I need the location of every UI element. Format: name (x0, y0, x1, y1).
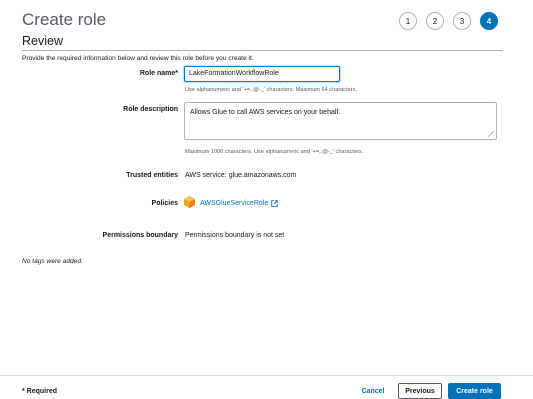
required-note: * Required (22, 388, 58, 395)
resize-handle-icon[interactable] (488, 131, 494, 137)
policy-link[interactable]: AWSGlueServiceRole (200, 200, 278, 207)
previous-button[interactable]: Previous (398, 383, 442, 399)
external-link-icon (271, 200, 278, 207)
step-3[interactable]: 3 (453, 12, 471, 30)
policy-cube-icon (184, 196, 195, 208)
page-title: Create role (22, 10, 107, 29)
no-tags-message: No tags were added. (22, 258, 83, 265)
permissions-boundary-value: Permissions boundary is not set (185, 232, 285, 239)
trusted-entities-label: Trusted entities (126, 172, 178, 179)
cancel-button[interactable]: Cancel (355, 383, 391, 399)
intro-text: Provide the required information below a… (22, 55, 254, 62)
role-description-label: Role description (123, 106, 178, 113)
trusted-entities-value: AWS service: glue.amazonaws.com (185, 172, 297, 179)
section-title: Review (22, 34, 63, 48)
role-name-label: Role name* (139, 70, 178, 77)
step-1[interactable]: 1 (399, 12, 417, 30)
role-description-textarea[interactable]: Allows Glue to call AWS services on your… (184, 102, 497, 140)
role-description-value: Allows Glue to call AWS services on your… (190, 109, 341, 116)
step-4-active[interactable]: 4 (480, 12, 498, 30)
footer-divider (0, 375, 533, 376)
create-role-button[interactable]: Create role (448, 383, 501, 399)
step-2[interactable]: 2 (426, 12, 444, 30)
section-divider (22, 50, 503, 51)
policy-name[interactable]: AWSGlueServiceRole (200, 200, 268, 207)
role-name-input[interactable]: LakeFormationWorkflowRole (184, 66, 340, 82)
page-header: Create role 1 2 3 4 (22, 10, 502, 34)
role-name-value: LakeFormationWorkflowRole (189, 70, 279, 77)
policies-label: Policies (151, 200, 178, 207)
permissions-boundary-label: Permissions boundary (102, 232, 178, 239)
role-description-hint: Maximum 1000 characters. Use alphanumeri… (185, 149, 364, 155)
role-name-hint: Use alphanumeric and '+=,.@-_' character… (185, 87, 357, 93)
wizard-steps: 1 2 3 4 (399, 12, 498, 30)
